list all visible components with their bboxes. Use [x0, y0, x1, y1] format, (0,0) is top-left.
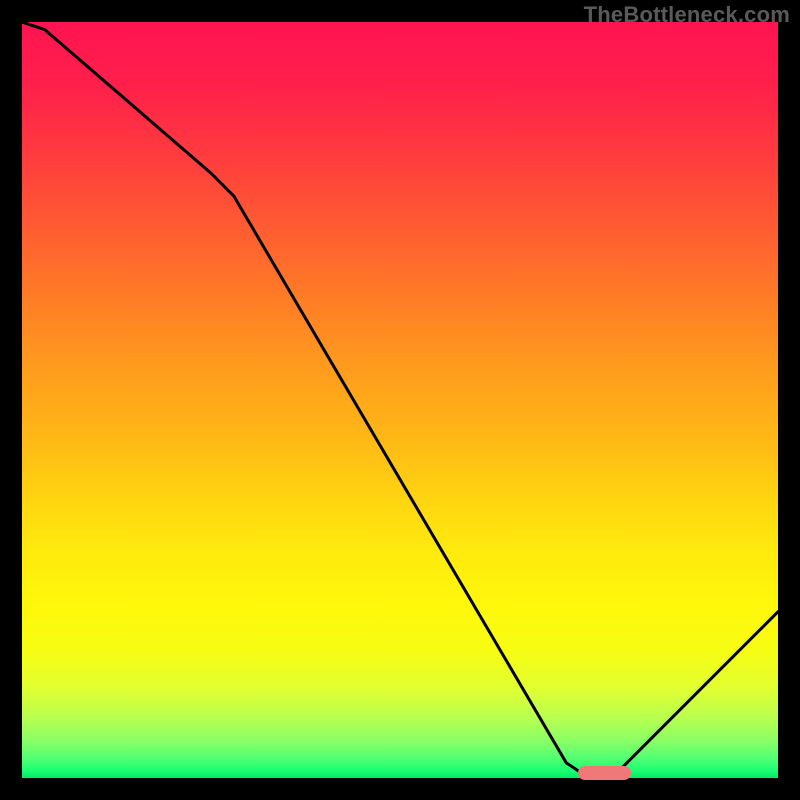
watermark-label: TheBottleneck.com [584, 2, 790, 28]
curve-svg [22, 22, 778, 778]
chart-frame: TheBottleneck.com [0, 0, 800, 800]
bottleneck-curve [22, 22, 778, 778]
plot-area [22, 22, 778, 778]
optimal-range-marker [578, 766, 631, 780]
